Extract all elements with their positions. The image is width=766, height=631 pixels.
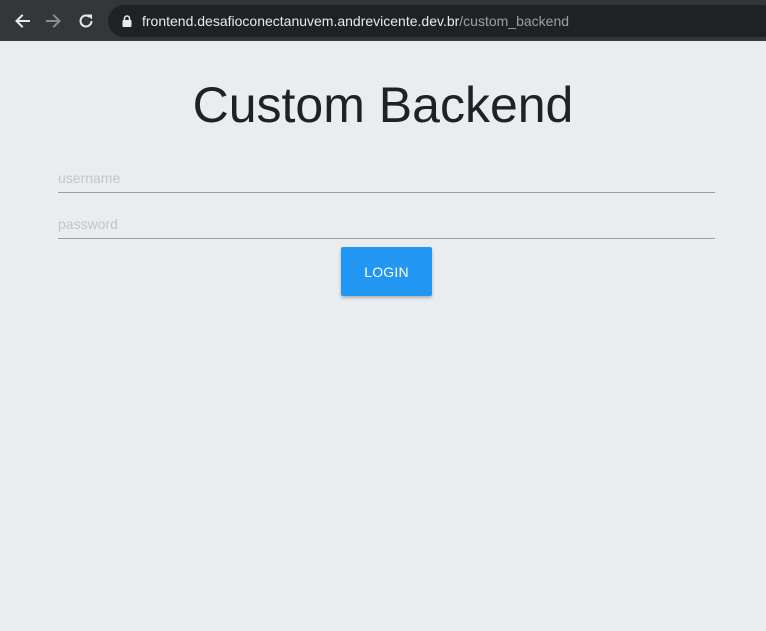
password-input[interactable] — [58, 209, 715, 239]
arrow-right-icon — [46, 14, 61, 28]
reload-button[interactable] — [74, 9, 98, 33]
url-text: frontend.desafioconectanuvem.andrevicent… — [142, 13, 569, 29]
back-button[interactable] — [10, 9, 34, 33]
url-host: frontend.desafioconectanuvem.andrevicent… — [142, 13, 460, 29]
url-path: /custom_backend — [459, 13, 570, 29]
page-content: Custom Backend LOGIN — [0, 41, 766, 631]
username-input[interactable] — [58, 163, 715, 193]
arrow-left-icon — [15, 14, 30, 28]
address-bar[interactable]: frontend.desafioconectanuvem.andrevicent… — [108, 5, 766, 37]
browser-toolbar: frontend.desafioconectanuvem.andrevicent… — [0, 0, 766, 41]
login-button[interactable]: LOGIN — [341, 247, 432, 296]
reload-icon — [79, 14, 93, 28]
forward-button[interactable] — [42, 9, 66, 33]
lock-icon — [122, 15, 132, 27]
page-title: Custom Backend — [192, 77, 574, 133]
